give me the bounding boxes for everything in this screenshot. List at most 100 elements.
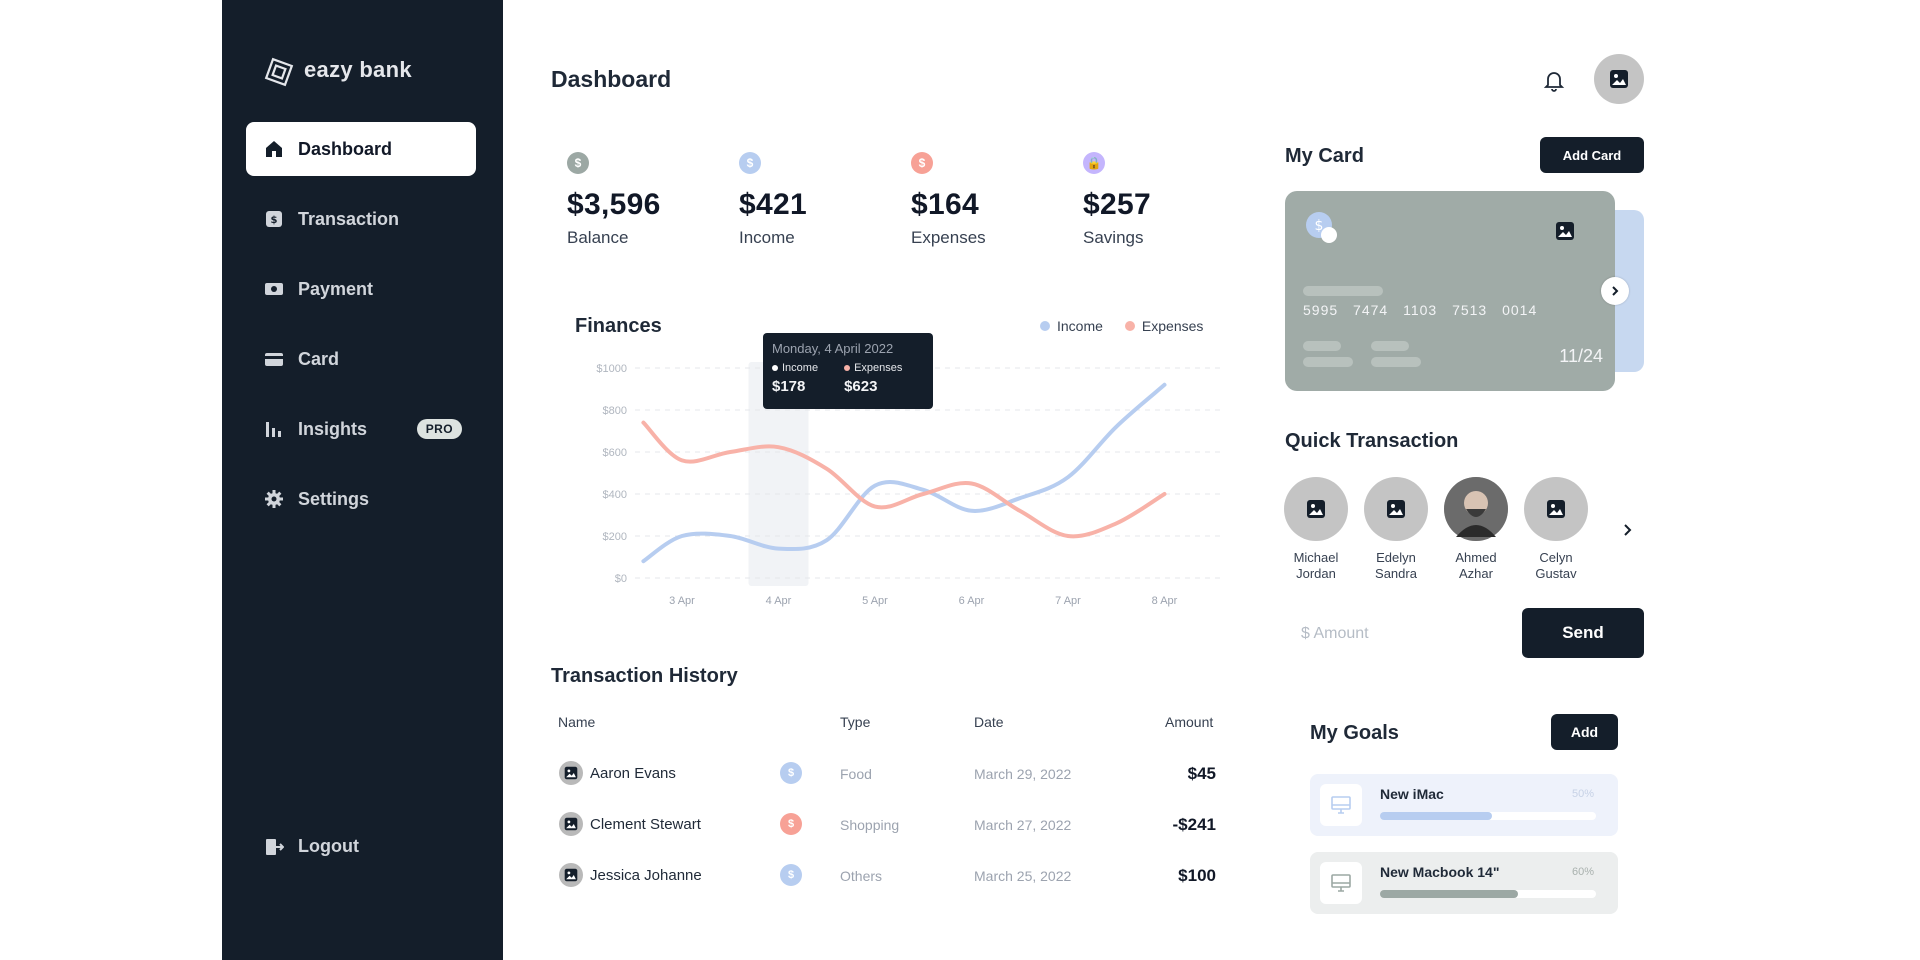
goal-name: New Macbook 14": [1380, 864, 1500, 880]
card-placeholder-bar: [1303, 286, 1383, 296]
chevron-right-icon[interactable]: [1618, 520, 1638, 540]
stat-label: Income: [739, 228, 795, 247]
goal-name: New iMac: [1380, 786, 1444, 802]
category-icon: $: [780, 762, 802, 784]
goal-item[interactable]: New iMac 50%: [1310, 774, 1618, 836]
goal-progress-track: [1380, 890, 1596, 898]
person-photo-icon: [1444, 477, 1508, 541]
amount-input[interactable]: [1285, 610, 1515, 658]
contact-name: Edelyn Sandra: [1375, 550, 1417, 581]
table-row[interactable]: Clement Stewart $ Shopping March 27, 202…: [556, 809, 1216, 839]
legend-dot: [1124, 321, 1135, 331]
payment-icon: [264, 279, 284, 299]
legend-item-income[interactable]: Income: [1040, 318, 1103, 334]
logout-button[interactable]: Logout: [264, 836, 359, 857]
sidebar-item-dashboard[interactable]: Dashboard: [246, 122, 476, 176]
x-tick-label: 6 Apr: [959, 595, 985, 607]
contact-name: Celyn Gustav: [1535, 550, 1577, 581]
card-placeholder-bar: [1371, 357, 1421, 367]
stat-value: $257: [1083, 188, 1151, 221]
contact-name: Ahmed Azhar: [1455, 550, 1497, 581]
y-tick-label: $200: [603, 531, 627, 543]
goal-progress-fill: [1380, 890, 1519, 898]
table-row[interactable]: Aaron Evans $ Food March 29, 2022 $45: [556, 758, 1216, 788]
sidebar-item-settings[interactable]: Settings: [246, 472, 476, 526]
transaction-date: March 25, 2022: [974, 868, 1072, 884]
bank-card[interactable]: $ 5995 7474 1103 7513 0014 11/24: [1285, 191, 1615, 391]
image-placeholder-icon: [564, 868, 578, 882]
tooltip-expenses-value: $623: [844, 378, 878, 395]
stat-expenses: $ $164 Expenses: [911, 152, 1061, 248]
transaction-type: Food: [840, 766, 872, 782]
transaction-icon: $: [264, 209, 284, 229]
category-icon: $: [780, 813, 802, 835]
stat-label: Balance: [567, 228, 629, 247]
avatar: [559, 863, 583, 887]
logo-icon: [262, 55, 294, 87]
sidebar-item-label: Payment: [298, 278, 374, 299]
goal-item[interactable]: New Macbook 14" 60%: [1310, 852, 1618, 914]
x-tick-label: 8 Apr: [1152, 595, 1178, 607]
transaction-type: Shopping: [840, 817, 900, 833]
avatar: [1364, 477, 1428, 541]
contact-celyn[interactable]: Celyn Gustav: [1516, 477, 1596, 582]
sidebar-item-insights[interactable]: Insights PRO: [246, 402, 476, 456]
x-tick-label: 4 Apr: [766, 595, 792, 607]
quick-transaction-title: Quick Transaction: [1285, 430, 1459, 452]
image-placeholder-icon: [1610, 70, 1628, 88]
expenses-icon: $: [911, 152, 933, 174]
column-header-amount: Amount: [1165, 714, 1214, 730]
contact-edelyn[interactable]: Edelyn Sandra: [1356, 477, 1436, 582]
sidebar-item-label: Card: [298, 348, 340, 369]
card-placeholder-bar: [1371, 341, 1409, 351]
image-placeholder-icon: [1307, 500, 1325, 518]
avatar: [1444, 477, 1508, 541]
y-tick-label: $600: [603, 447, 627, 459]
goal-progress-track: [1380, 812, 1596, 820]
sidebar-item-label: Insights: [298, 418, 368, 439]
user-avatar[interactable]: [1594, 54, 1644, 104]
contact-ahmed[interactable]: Ahmed Azhar: [1436, 477, 1516, 582]
send-button[interactable]: Send: [1522, 608, 1644, 658]
svg-text:$: $: [1315, 218, 1324, 234]
stat-income: $ $421 Income: [739, 152, 889, 248]
stat-label: Savings: [1083, 228, 1144, 247]
card-next-button[interactable]: [1601, 277, 1629, 305]
avatar: [1284, 477, 1348, 541]
goal-percent: 50%: [1571, 788, 1594, 800]
income-icon: $: [739, 152, 761, 174]
home-icon: [264, 139, 284, 159]
transaction-amount: $45: [1187, 764, 1216, 783]
card-icon: [264, 349, 284, 369]
chart-title: Finances: [575, 315, 662, 337]
sidebar-item-payment[interactable]: Payment: [246, 262, 476, 316]
contact-name: Michael Jordan: [1293, 550, 1339, 581]
my-card-title: My Card: [1285, 145, 1364, 167]
sidebar-item-card[interactable]: Card: [246, 332, 476, 386]
card-number: 5995 7474 1103 7513 0014: [1303, 302, 1538, 318]
notification-bell-icon[interactable]: [1540, 66, 1568, 94]
legend-item-expenses[interactable]: Expenses: [1124, 318, 1203, 334]
stat-label: Expenses: [911, 228, 986, 247]
my-goals-title: My Goals: [1310, 722, 1399, 744]
contact-michael[interactable]: Michael Jordan: [1276, 477, 1356, 582]
table-row[interactable]: Jessica Johanne $ Others March 25, 2022 …: [556, 860, 1216, 890]
add-card-button[interactable]: Add Card: [1540, 137, 1644, 173]
transaction-name: Aaron Evans: [590, 765, 676, 782]
transaction-amount: $100: [1178, 866, 1216, 885]
stat-savings: 🔒 $257 Savings: [1083, 152, 1233, 248]
legend-label: Income: [1057, 318, 1103, 334]
stat-value: $421: [739, 188, 807, 221]
card-expiry: 11/24: [1559, 346, 1603, 366]
add-goal-button[interactable]: Add: [1551, 714, 1618, 750]
tooltip-date: Monday, 4 April 2022: [772, 341, 894, 356]
logout-icon: [264, 837, 284, 857]
sidebar-item-transaction[interactable]: $ Transaction: [246, 192, 476, 246]
brand-logo[interactable]: eazy bank: [262, 55, 412, 87]
avatar: [559, 761, 583, 785]
stat-balance: $ $3,596 Balance: [567, 152, 717, 248]
image-placeholder-icon: [1387, 500, 1405, 518]
column-header-date: Date: [974, 714, 1004, 730]
svg-text:$: $: [271, 215, 278, 226]
sidebar-item-label: Transaction: [298, 208, 400, 229]
